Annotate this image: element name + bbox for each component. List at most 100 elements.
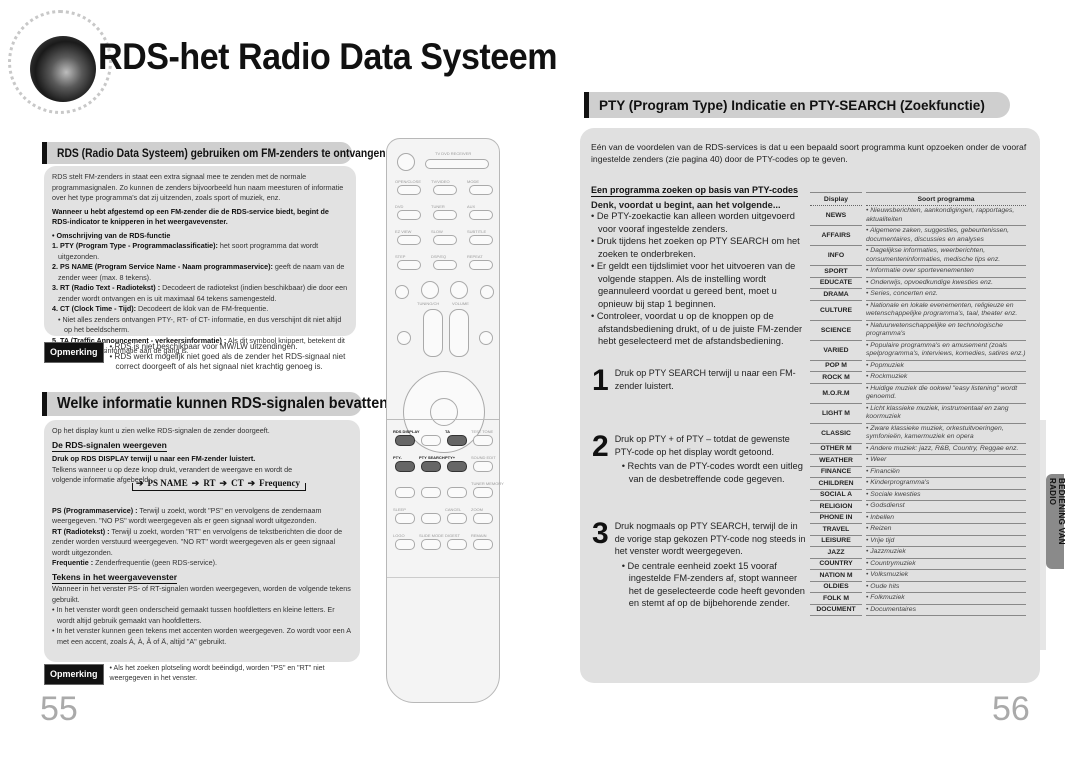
pty-code-cell: FINANCE bbox=[810, 467, 862, 478]
pty-description-cell: • Series, concerten enz. bbox=[866, 289, 1026, 301]
pty-description-cell: • Algemene zaken, suggesties, gebeurteni… bbox=[866, 226, 1026, 246]
remote-mode-label: TV DVD RECEIVER bbox=[435, 151, 472, 156]
pty-description-cell: • Oude hits bbox=[866, 582, 1026, 593]
remote-key-highlighted bbox=[395, 435, 415, 446]
table-row: OLDIES • Oude hits bbox=[810, 582, 1026, 593]
section-heading-rds-info: Welke informatie kunnen RDS-signalen bev… bbox=[42, 392, 397, 416]
remote-label: MODE bbox=[467, 179, 479, 184]
table-row: AFFAIRS • Algemene zaken, suggesties, geb… bbox=[810, 226, 1026, 246]
remote-key-highlighted bbox=[395, 461, 415, 472]
table-row: TRAVEL • Reizen bbox=[810, 524, 1026, 536]
step-text: Druk op PTY + of PTY – totdat de gewenst… bbox=[614, 434, 790, 457]
table-row: CULTURE • Nationale en lokale evenementen… bbox=[810, 301, 1026, 321]
table-row: DOCUMENT • Documentaires bbox=[810, 605, 1026, 616]
pty-instructions: Een programma zoeken op basis van PTY-co… bbox=[591, 180, 803, 348]
note-line: • Als het zoeken plotseling wordt beëind… bbox=[109, 665, 325, 682]
chars-intro: Wanneer in het venster PS- of RT-signale… bbox=[52, 584, 351, 604]
speaker-disc-icon bbox=[30, 36, 96, 102]
remote-key-label: CANCEL bbox=[445, 507, 462, 512]
pty-code-cell: OLDIES bbox=[810, 582, 862, 593]
arrow-icon: ➔ bbox=[191, 477, 200, 488]
remote-label: VOLUME bbox=[452, 301, 469, 306]
remote-label: AUX bbox=[467, 204, 476, 209]
skip-back-icon bbox=[395, 285, 409, 299]
rds-function-item: 3. RT (Radio Text - Radiotekst) : Decode… bbox=[52, 283, 348, 304]
remote-button bbox=[397, 260, 421, 270]
pl2-effect-icon bbox=[479, 331, 493, 345]
step-text: Druk op PTY SEARCH terwijl u naar een FM… bbox=[614, 368, 796, 391]
table-header: Display bbox=[810, 192, 862, 206]
pty-code-cell: VARIED bbox=[810, 341, 862, 361]
pty-description-cell: • Licht klassieke muziek, instrumentaal … bbox=[866, 404, 1026, 424]
remote-key-label: LOGO bbox=[393, 533, 405, 538]
rds-function-item: 4. CT (Clock Time - Tijd): Decodeert de … bbox=[52, 304, 348, 315]
rds-function-text: • Niet alles zenders ontvangen PTY-, RT-… bbox=[58, 314, 342, 335]
remote-key bbox=[395, 539, 415, 550]
pty-description-cell: • Reizen bbox=[866, 524, 1026, 536]
pty-code-cell: EDUCATE bbox=[810, 278, 862, 289]
pty-description-cell: • Populaire programma's en amusement (zo… bbox=[866, 341, 1026, 361]
remote-key bbox=[447, 539, 467, 550]
pty-description-cell: • Godsdienst bbox=[866, 501, 1026, 513]
remote-key-label: DIGEST bbox=[445, 533, 460, 538]
pty-description-cell: • Onderwijs, opvoedkundige kwesties enz. bbox=[866, 278, 1026, 289]
remote-key bbox=[447, 513, 467, 524]
rds-function-item: • Niet alles zenders ontvangen PTY-, RT-… bbox=[52, 315, 348, 336]
pty-bullet: • De PTY-zoekactie kan alleen worden uit… bbox=[591, 211, 795, 234]
table-row: COUNTRY • Countrymuziek bbox=[810, 559, 1026, 570]
subheading-display-chars: Tekens in het weergavevenster bbox=[52, 572, 178, 584]
chapter-side-tab-label: BEDIENING VAN RADIO bbox=[1048, 478, 1066, 545]
signals-intro: Op het display kunt u zien welke RDS-sig… bbox=[52, 426, 270, 435]
pty-description-cell: • Informatie over sportevenementen bbox=[866, 266, 1026, 278]
rds-display-instruction: Druk op RDS DISPLAY terwijl u naar een F… bbox=[52, 454, 256, 463]
signal-item-label: RT (Radiotekst) : bbox=[52, 526, 110, 536]
remote-key bbox=[473, 461, 493, 472]
pty-code-cell: SOCIAL A bbox=[810, 490, 862, 501]
pty-code-cell: TRAVEL bbox=[810, 524, 862, 536]
remote-key bbox=[421, 539, 441, 550]
remote-key bbox=[473, 513, 493, 524]
pty-description-cell: • Zware klassieke muziek, orkestuitvoeri… bbox=[866, 424, 1026, 444]
pty-description-cell: • Kinderprogramma's bbox=[866, 478, 1026, 490]
table-row: NATION M • Volksmuziek bbox=[810, 570, 1026, 582]
pty-code-cell: NEWS bbox=[810, 206, 862, 226]
table-row: CHILDREN • Kinderprogramma's bbox=[810, 478, 1026, 490]
remote-key-label: REMAIN bbox=[471, 533, 487, 538]
signal-item: Frequentie : Zenderfrequentie (geen RDS-… bbox=[52, 558, 352, 569]
remote-button bbox=[469, 235, 493, 245]
pty-before-heading: Denk, voordat u begint, aan het volgende… bbox=[591, 200, 781, 210]
pty-step: 2 Druk op PTY + of PTY – totdat de gewens… bbox=[592, 432, 808, 485]
remote-label: EZ VIEW bbox=[395, 229, 412, 234]
remote-button bbox=[433, 210, 457, 220]
remote-button bbox=[469, 210, 493, 220]
pty-description-cell: • Vrije tijd bbox=[866, 536, 1026, 547]
remote-key-highlighted bbox=[421, 461, 441, 472]
rds-bold-note: Wanneer u hebt afgestemd op een FM-zende… bbox=[52, 206, 329, 227]
table-row: INFO • Dagelijkse informaties, weerberich… bbox=[810, 246, 1026, 266]
arrow-icon: ➔ bbox=[136, 477, 144, 488]
table-row: RELIGION • Godsdienst bbox=[810, 501, 1026, 513]
remote-key-label: SLIDE MODE bbox=[419, 533, 444, 538]
remote-key bbox=[421, 513, 441, 524]
table-row: NEWS • Nieuwsberichten, aankondigingen, r… bbox=[810, 206, 1026, 226]
pty-code-cell: M.O.R.M bbox=[810, 384, 862, 404]
chars-bullet: • In het venster wordt geen onderscheid … bbox=[52, 605, 335, 625]
pty-description-cell: • Inbellen bbox=[866, 513, 1026, 524]
table-row: SOCIAL A • Sociale kwesties bbox=[810, 490, 1026, 501]
skip-forward-icon bbox=[480, 285, 494, 299]
pty-description-cell: • Documentaires bbox=[866, 605, 1026, 616]
remote-key-label: PTY+ bbox=[445, 455, 456, 460]
pty-subheading: Een programma zoeken op basis van PTY-co… bbox=[591, 185, 799, 197]
pty-code-cell: PHONE IN bbox=[810, 513, 862, 524]
tuning-rocker-icon bbox=[423, 309, 443, 357]
pty-code-cell: LEISURE bbox=[810, 536, 862, 547]
remote-button bbox=[469, 185, 493, 195]
note-box-2: Opmerking • Als het zoeken plotseling wo… bbox=[44, 664, 364, 685]
step-text: Druk nogmaals op PTY SEARCH, terwijl de … bbox=[614, 521, 806, 556]
remote-control-illustration: TV DVD RECEIVER OPEN/CLOSE TV/VIDEO MODE DV… bbox=[386, 138, 504, 703]
remote-key bbox=[473, 539, 493, 550]
step-number: 3 bbox=[592, 517, 609, 550]
table-row: OTHER M • Andere muziek: jazz, R&B, Count… bbox=[810, 444, 1026, 455]
rds-function-label: 1. PTY (Program Type - Programmaclassifi… bbox=[52, 241, 218, 250]
rds-function-label: 4. CT (Clock Time - Tijd): bbox=[52, 304, 136, 313]
